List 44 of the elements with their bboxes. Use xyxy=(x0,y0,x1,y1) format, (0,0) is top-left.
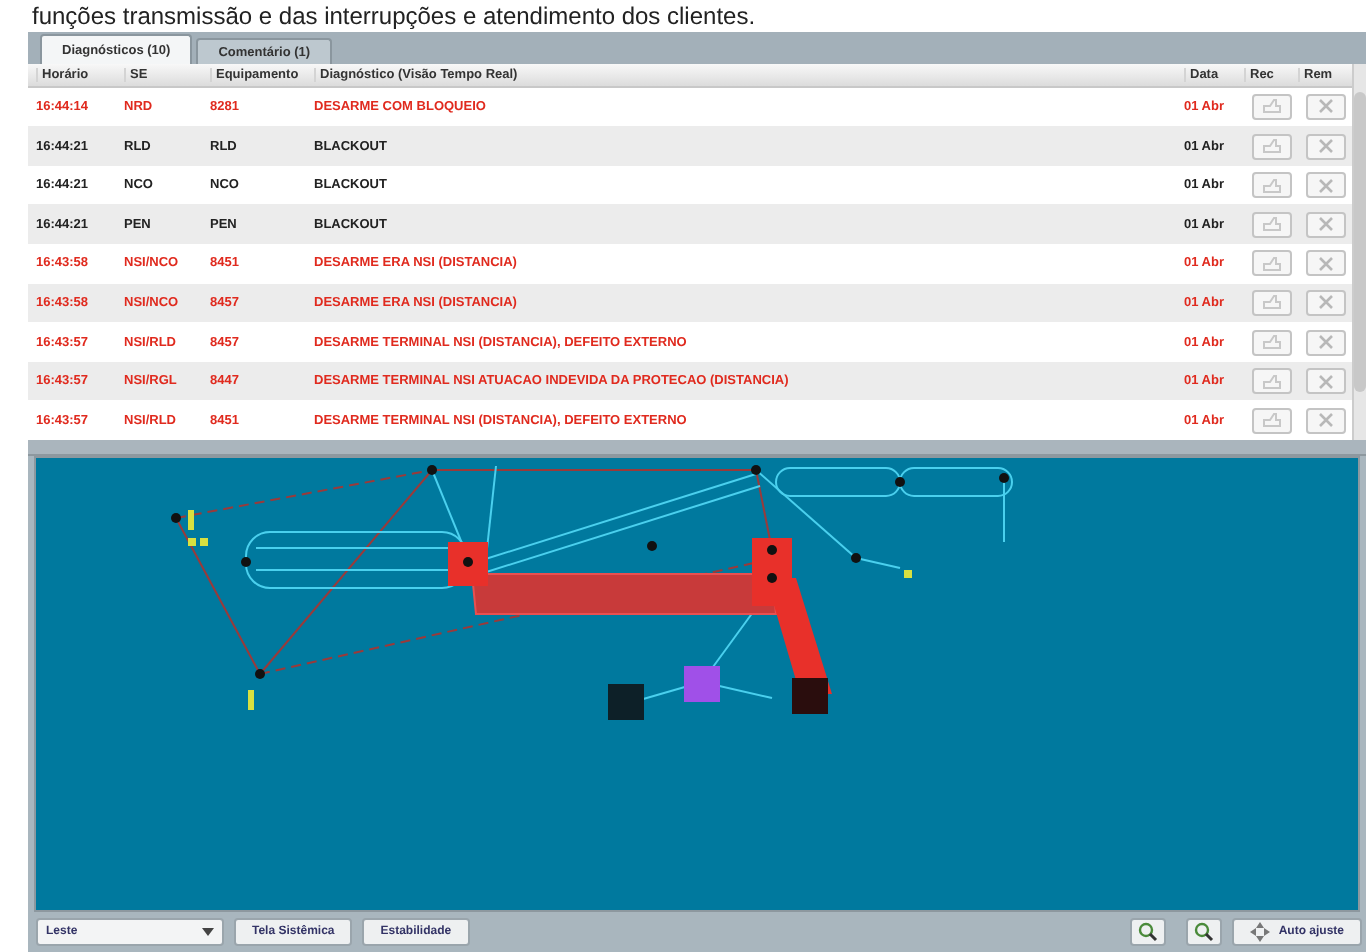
acknowledge-button[interactable] xyxy=(1251,289,1291,316)
acknowledge-button[interactable] xyxy=(1251,329,1291,356)
hand-icon xyxy=(1261,255,1281,272)
close-icon xyxy=(1317,373,1333,390)
acknowledge-button[interactable] xyxy=(1251,93,1291,120)
hand-icon xyxy=(1261,334,1281,351)
acknowledge-button[interactable] xyxy=(1251,250,1291,277)
close-icon xyxy=(1317,98,1333,115)
hand-icon xyxy=(1261,216,1281,233)
remove-button[interactable] xyxy=(1305,289,1345,316)
hand-icon xyxy=(1261,98,1281,115)
caret-icon xyxy=(202,928,214,936)
hand-icon xyxy=(1261,412,1281,429)
remove-button[interactable] xyxy=(1305,329,1345,356)
remove-button[interactable] xyxy=(1305,211,1345,238)
acknowledge-button[interactable] xyxy=(1251,368,1291,395)
close-icon xyxy=(1317,412,1333,429)
zoom-in-icon xyxy=(1138,922,1159,942)
caption-text: funções transmissão e das interrupções e atendimento dos clientes. xyxy=(30,0,756,32)
close-icon xyxy=(1317,177,1333,194)
acknowledge-button[interactable] xyxy=(1251,211,1291,238)
zoom-out-icon xyxy=(1194,922,1215,942)
zoom-out-button[interactable] xyxy=(1186,918,1223,946)
remove-button[interactable] xyxy=(1305,368,1345,395)
close-icon xyxy=(1317,294,1333,311)
close-icon xyxy=(1317,255,1333,272)
remove-button[interactable] xyxy=(1305,172,1345,199)
close-icon xyxy=(1317,138,1333,155)
hand-icon xyxy=(1261,177,1281,194)
hand-icon xyxy=(1261,138,1281,155)
remove-button[interactable] xyxy=(1305,407,1345,434)
remove-button[interactable] xyxy=(1305,250,1345,277)
acknowledge-button[interactable] xyxy=(1251,407,1291,434)
acknowledge-button[interactable] xyxy=(1251,172,1291,199)
hand-icon xyxy=(1261,373,1281,390)
remove-button[interactable] xyxy=(1305,133,1345,160)
close-icon xyxy=(1317,216,1333,233)
remove-button[interactable] xyxy=(1305,93,1345,120)
acknowledge-button[interactable] xyxy=(1251,133,1291,160)
zoom-in-button[interactable] xyxy=(1130,918,1167,946)
hand-icon xyxy=(1261,294,1281,311)
scrollbar[interactable] xyxy=(1352,64,1366,440)
close-icon xyxy=(1317,334,1333,351)
move-icon xyxy=(1250,922,1271,942)
